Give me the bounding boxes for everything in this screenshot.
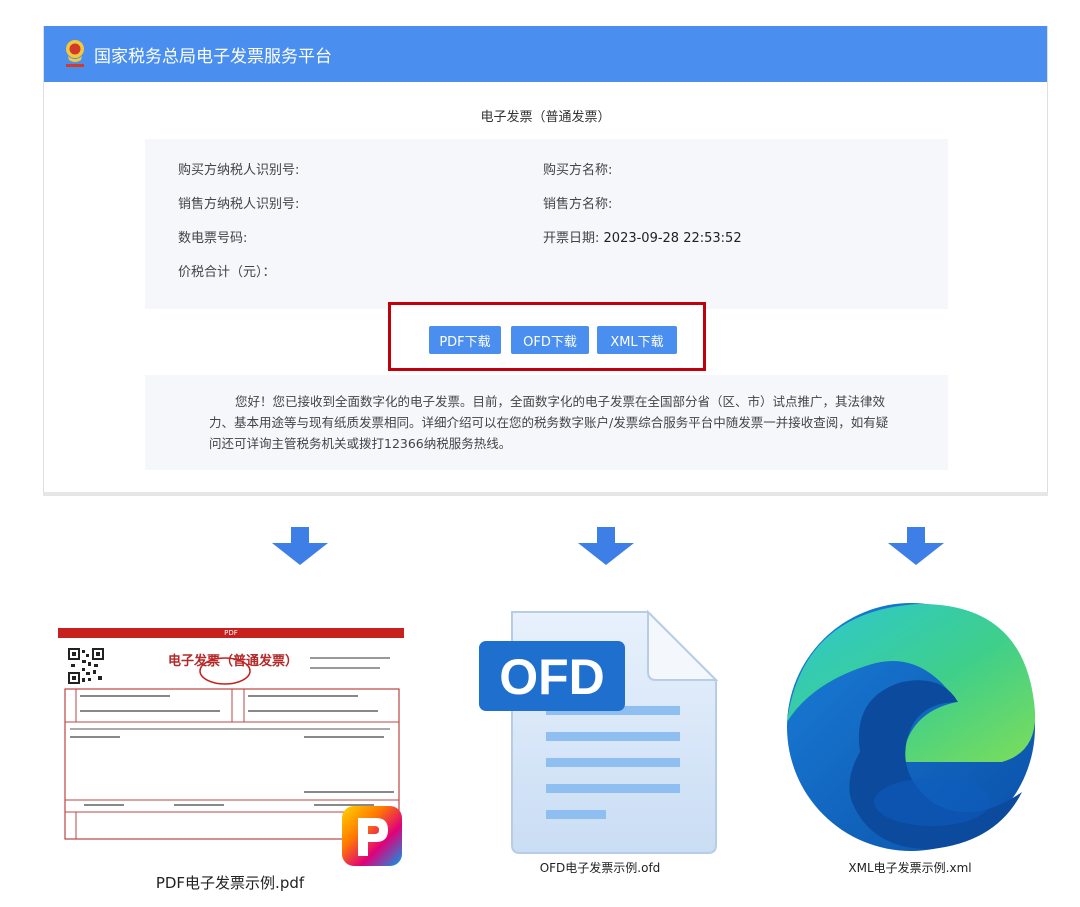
pdf-app-icon — [342, 806, 402, 866]
edge-browser-icon — [787, 603, 1036, 851]
down-arrow-icon — [578, 527, 634, 565]
ofd-file-name: OFD电子发票示例.ofd — [539, 861, 661, 875]
pdf-invoice-thumbnail: PDF 电子发票（普通发票） — [58, 628, 404, 868]
issue-date-value: 2023-09-28 22:53:52 — [603, 231, 742, 246]
invoice-number-label: 数电票号码: — [178, 231, 248, 246]
issue-date-label: 开票日期: — [543, 231, 600, 246]
panel-bottom-rule — [43, 492, 1048, 496]
pdf-top-banner: PDF — [58, 628, 404, 638]
total-amount-label: 价税合计（元）： — [178, 265, 276, 280]
down-arrow-icon — [272, 527, 328, 565]
invoice-info-box: 购买方纳税人识别号: 购买方名称: 销售方纳税人识别号: 销售方名称: 数电票号… — [145, 139, 948, 309]
buyer-tax-id-label: 购买方纳税人识别号: — [178, 163, 300, 178]
platform-title: 国家税务总局电子发票服务平台 — [94, 46, 332, 67]
ofd-file-icon: OFD — [479, 610, 719, 854]
invoice-type-title: 电子发票（普通发票） — [480, 110, 611, 125]
tax-emblem-icon — [66, 40, 84, 67]
issue-date: 开票日期: 2023-09-28 22:53:52 — [543, 227, 742, 246]
qr-code-icon — [68, 648, 104, 684]
header-bar: 国家税务总局电子发票服务平台 — [44, 26, 1047, 82]
pdf-banner-label: PDF — [224, 629, 238, 637]
download-buttons-highlight: PDF下载 OFD下载 XML下载 — [388, 302, 706, 371]
xml-file-name: XML电子发票示例.xml — [848, 861, 972, 875]
seller-name-label: 销售方名称: — [543, 197, 613, 212]
pdf-file-name: PDF电子发票示例.pdf — [155, 874, 305, 892]
ofd-download-button[interactable]: OFD下载 — [511, 326, 589, 354]
notice-text: 您好！您已接收到全面数字化的电子发票。目前，全面数字化的电子发票在全国部分省（区… — [209, 394, 889, 451]
invoice-meta-lines — [310, 657, 390, 669]
notice-box: 您好！您已接收到全面数字化的电子发票。目前，全面数字化的电子发票在全国部分省（区… — [145, 375, 948, 470]
invoice-seal-icon — [199, 657, 251, 685]
invoice-panel: 国家税务总局电子发票服务平台 电子发票（普通发票） 购买方纳税人识别号: 购买方… — [43, 26, 1048, 496]
pdf-download-button[interactable]: PDF下载 — [429, 326, 501, 354]
down-arrow-icon — [888, 527, 944, 565]
seller-tax-id-label: 销售方纳税人识别号: — [178, 197, 300, 212]
ofd-badge-text: OFD — [499, 649, 605, 705]
buyer-name-label: 购买方名称: — [543, 163, 613, 178]
xml-download-button[interactable]: XML下载 — [597, 326, 677, 354]
